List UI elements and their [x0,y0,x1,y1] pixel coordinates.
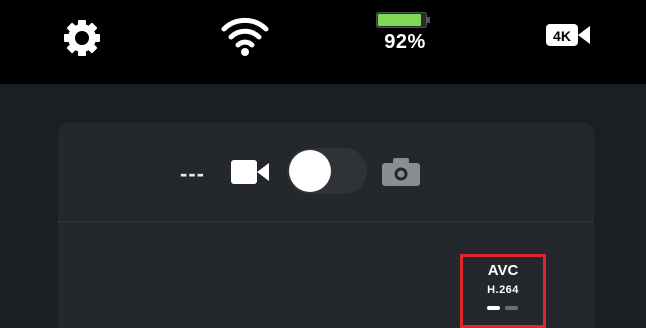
capture-panel: --- AVC H.264 [58,123,594,328]
codec-name: AVC [487,262,519,279]
battery-status: 92% [370,10,440,60]
video-camera-icon[interactable] [230,157,270,187]
resolution-label: 4K [553,28,571,44]
page-indicator [487,306,519,310]
panel-divider [58,221,594,222]
codec-selector[interactable]: AVC H.264 [460,254,546,328]
page-dot-active [487,306,500,310]
battery-icon [376,12,430,28]
mode-toggle[interactable] [287,148,367,194]
toggle-knob[interactable] [289,150,331,192]
codec-subtitle: H.264 [487,284,519,296]
status-bar: 92% 4K [0,0,646,84]
resolution-4k-icon[interactable]: 4K [546,20,592,50]
page-dot [505,306,518,310]
wifi-icon[interactable] [218,14,272,58]
photo-camera-icon[interactable] [381,157,421,187]
shot-counter: --- [180,161,205,186]
gear-icon[interactable] [58,14,106,62]
battery-percent: 92% [384,31,426,53]
